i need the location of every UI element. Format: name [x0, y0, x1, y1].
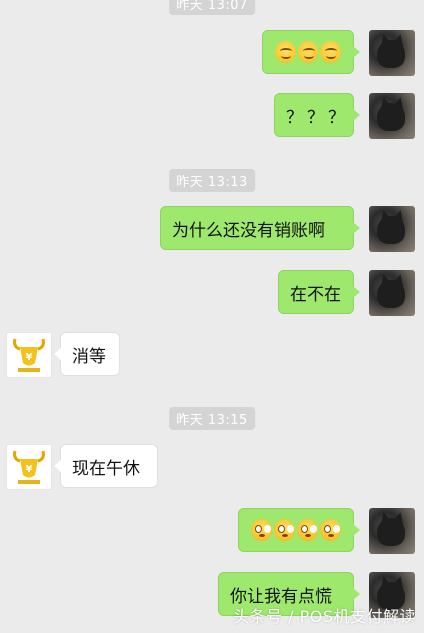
gold-bull-logo-icon: ¥ [13, 338, 45, 372]
avatar[interactable]: ¥ [6, 332, 52, 378]
message-bubble[interactable]: ？？？ [274, 93, 360, 137]
smile-emoji-icon [320, 41, 342, 63]
smile-emoji-icon [297, 41, 319, 63]
smile-emoji-icon [275, 41, 296, 63]
message-bubble[interactable]: 在不在 [278, 270, 360, 314]
avatar[interactable] [369, 508, 415, 554]
svg-text:¥: ¥ [26, 352, 33, 363]
svg-text:¥: ¥ [26, 464, 33, 475]
gold-bull-logo-icon: ¥ [13, 450, 45, 484]
timestamp: 昨天 13:15 [169, 407, 255, 430]
message-bubble[interactable]: 为什么还没有销账啊 [160, 206, 360, 250]
avatar[interactable]: ¥ [6, 444, 52, 490]
message-bubble[interactable]: 消等 [54, 332, 120, 376]
avatar[interactable] [369, 30, 415, 76]
pleading-emoji-icon [274, 519, 295, 541]
pleading-emoji-icon [251, 519, 272, 541]
timestamp: 昨天 13:13 [169, 169, 255, 192]
timestamp: 昨天 13:07 [169, 0, 255, 15]
avatar[interactable] [369, 270, 415, 316]
watermark: 头条号 / POS机支付解读 [233, 607, 416, 626]
message-bubble[interactable]: 现在午休 [54, 444, 158, 488]
avatar[interactable] [369, 206, 415, 252]
message-bubble[interactable] [238, 508, 360, 552]
message-bubble[interactable] [262, 30, 360, 74]
pleading-emoji-icon [320, 519, 341, 541]
pleading-emoji-icon [297, 519, 318, 541]
avatar[interactable] [369, 93, 415, 139]
